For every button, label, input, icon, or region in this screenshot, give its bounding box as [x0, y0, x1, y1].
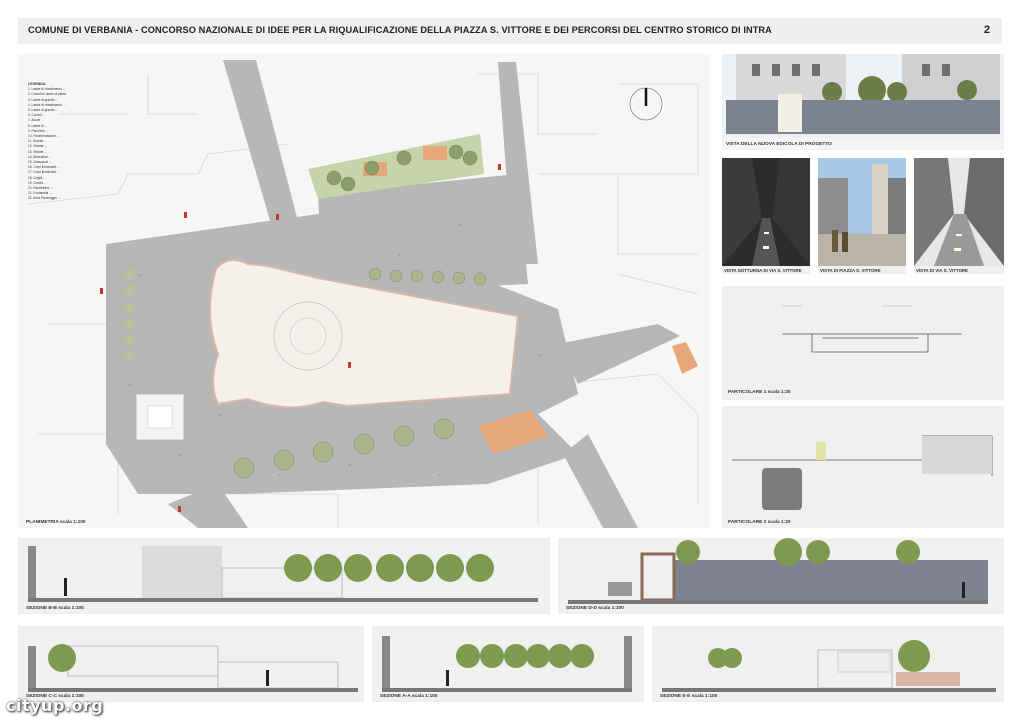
- section-cc-drawing: [28, 644, 358, 692]
- section-dd-panel: SEZIONE D-D scala 1:100: [558, 538, 1004, 614]
- section-bb-drawing: [28, 546, 538, 602]
- title-bar: COMUNE DI VERBANIA - CONCORSO NAZIONALE …: [18, 18, 1002, 44]
- detail1-drawing: [782, 305, 962, 353]
- street-view-caption: VISTA DI VIA S. VITTORE: [916, 268, 968, 273]
- street-view-render: [914, 158, 1004, 266]
- night-view-render: [722, 158, 810, 266]
- plan-legend: LEGENDA 1. Lastre di rivestimento... 2. …: [28, 82, 148, 202]
- legend-item: 22. Area Parcheggio ...: [28, 196, 61, 201]
- board-title: COMUNE DI VERBANIA - CONCORSO NAZIONALE …: [28, 25, 772, 35]
- section-dd-drawing: [568, 538, 988, 604]
- section-bb-caption: SEZIONE B-B scala 1:100: [26, 606, 84, 611]
- night-view-caption: VISTA NOTTURNA DI VIA S. VITTORE: [724, 268, 802, 273]
- piazza-view-photo: VISTA DI PIAZZA S. VITTORE: [818, 158, 906, 274]
- section-cc-panel: SEZIONE C-C scala 1:100: [18, 626, 364, 702]
- section-aa-panel: SEZIONE A-A scala 1:100: [372, 626, 644, 702]
- page-number: 2: [983, 24, 990, 36]
- edicola-view-panel: VISTA DELLA NUOVA EDICOLA DI PROGETTO: [722, 54, 1004, 150]
- detail1-panel: PARTICOLARE 1 scala 1:20: [722, 286, 1004, 400]
- edicola-render: [722, 54, 1004, 138]
- detail2-drawing: [732, 435, 993, 510]
- plan-caption: PLANIMETRIA scala 1:200: [26, 520, 86, 525]
- detail2-panel: PARTICOLARE 2 scala 1:20: [722, 406, 1004, 528]
- watermark: cityup.org: [6, 696, 104, 715]
- section-ee-caption: SEZIONE E-E scala 1:100: [660, 694, 718, 699]
- section-ee-drawing: [662, 640, 996, 692]
- section-bb-panel: SEZIONE B-B scala 1:100: [18, 538, 550, 614]
- night-view-photo: VISTA NOTTURNA DI VIA S. VITTORE: [722, 158, 810, 274]
- section-aa-drawing: [382, 636, 632, 692]
- piazza-view-caption: VISTA DI PIAZZA S. VITTORE: [820, 268, 881, 273]
- plan-panel: LEGENDA 1. Lastre di rivestimento... 2. …: [18, 54, 710, 528]
- edicola-caption: VISTA DELLA NUOVA EDICOLA DI PROGETTO: [726, 142, 832, 147]
- section-dd-caption: SEZIONE D-D scala 1:100: [566, 606, 624, 611]
- section-aa-caption: SEZIONE A-A scala 1:100: [380, 694, 438, 699]
- detail2-caption: PARTICOLARE 2 scala 1:20: [728, 520, 791, 525]
- street-view-photo: VISTA DI VIA S. VITTORE: [914, 158, 1004, 274]
- piazza-view-render: [818, 158, 906, 266]
- detail1-caption: PARTICOLARE 1 scala 1:20: [728, 390, 791, 395]
- section-ee-panel: SEZIONE E-E scala 1:100: [652, 626, 1004, 702]
